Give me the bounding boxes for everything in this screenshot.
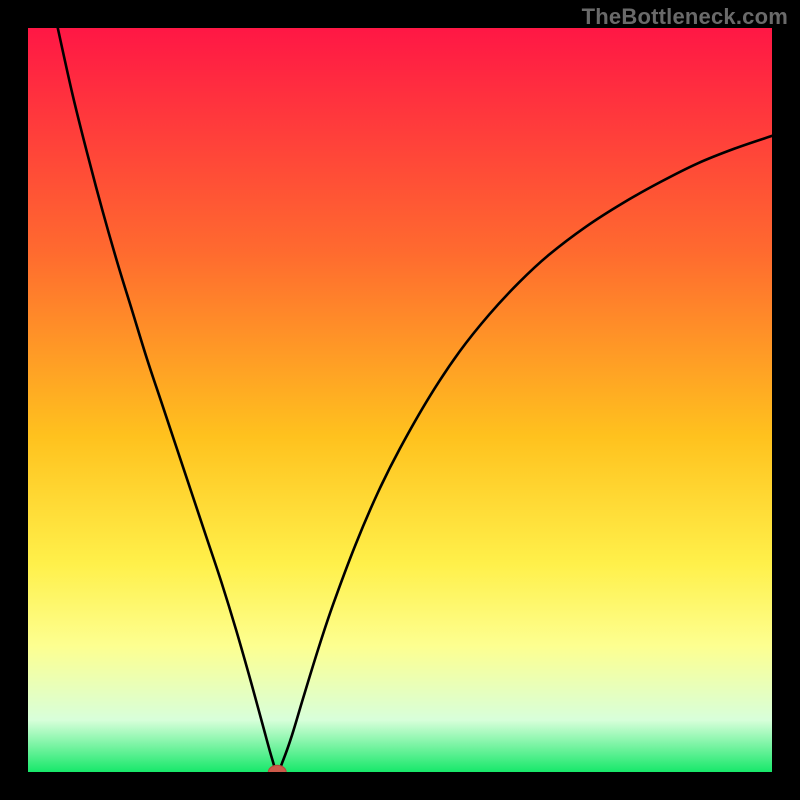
- plot-area: [28, 28, 772, 772]
- bottleneck-chart: [28, 28, 772, 772]
- gradient-background: [28, 28, 772, 772]
- watermark-text: TheBottleneck.com: [582, 4, 788, 30]
- chart-frame: TheBottleneck.com: [0, 0, 800, 800]
